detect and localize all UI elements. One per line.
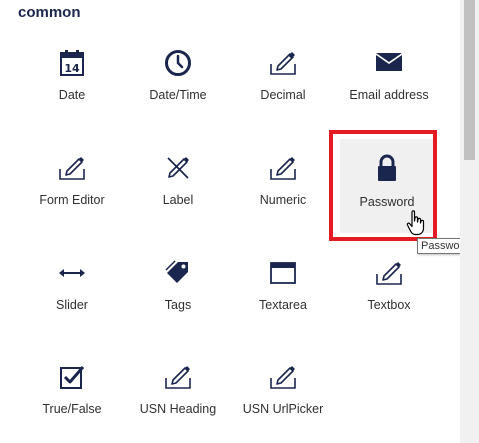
tile-date-time[interactable]: Date/Time [128,48,228,128]
clock-icon [163,48,193,78]
calendar-day-text: 14 [64,62,80,75]
tile-label: Date [58,88,86,102]
arrows-horizontal-icon [57,258,87,288]
tile-label-editor[interactable]: Label [128,153,228,233]
tile-textbox[interactable]: Textbox [339,258,439,338]
tile-label: Slider [56,298,88,312]
pencil-edit-icon [268,48,298,78]
lock-icon [372,153,402,183]
tile-label: Numeric [259,193,307,207]
tile-true-false[interactable]: True/False [22,362,122,442]
tile-tags[interactable]: Tags [128,258,228,338]
pencil-edit-icon [268,362,298,392]
tile-decimal[interactable]: Decimal [233,48,333,128]
property-editor-panel: common 14 Date Date/Time Decimal Email a… [0,0,474,443]
envelope-icon [374,48,404,78]
vertical-scrollbar[interactable] [460,0,479,443]
tile-numeric[interactable]: Numeric [233,153,333,233]
pencil-edit-icon [268,153,298,183]
pencil-edit-icon [374,258,404,288]
tile-label: Textbox [367,298,411,312]
tag-icon [163,258,193,288]
tile-label: Email address [349,88,429,102]
tile-label: USN UrlPicker [242,402,324,416]
tile-usn-urlpicker[interactable]: USN UrlPicker [233,362,333,442]
editor-grid: 14 Date Date/Time Decimal Email address … [0,0,460,443]
tile-date[interactable]: 14 Date [22,48,122,128]
tile-usn-heading[interactable]: USN Heading [128,362,228,442]
checkbox-icon [57,362,87,392]
tile-label: Tags [164,298,192,312]
tile-textarea[interactable]: Textarea [233,258,333,338]
tile-label: Decimal [260,88,306,102]
pencil-edit-icon [57,153,87,183]
scrollbar-thumb[interactable] [464,0,475,160]
tile-label: Form Editor [39,193,105,207]
tile-label: True/False [42,402,102,416]
tile-label: USN Heading [139,402,217,416]
tile-form-editor[interactable]: Form Editor [22,153,122,233]
tile-label: Textarea [259,298,307,312]
calendar-icon: 14 [57,48,87,78]
tile-email-address[interactable]: Email address [339,48,439,128]
tile-label: Label [162,193,194,207]
tile-label: Date/Time [149,88,207,102]
pencil-crossed-icon [163,153,193,183]
tile-slider[interactable]: Slider [22,258,122,338]
pencil-edit-icon [163,362,193,392]
hand-cursor-icon [406,210,426,241]
window-icon [268,258,298,288]
tile-label: Password [359,195,415,209]
